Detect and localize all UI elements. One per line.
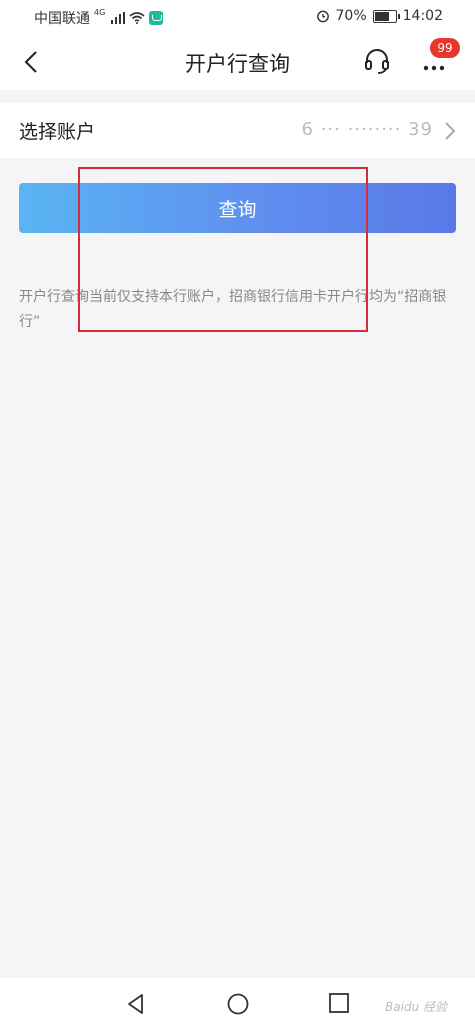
nav-back-icon[interactable] xyxy=(124,992,148,1016)
chevron-right-icon xyxy=(445,122,456,140)
battery-percent: 70% xyxy=(335,8,367,24)
carrier-name: 中国联通 xyxy=(34,11,90,27)
alarm-icon xyxy=(316,10,329,23)
watermark: Baidu 经验 xyxy=(385,1000,447,1014)
annotation-highlight-box xyxy=(78,167,368,332)
clock-time: 14:02 xyxy=(402,8,443,24)
status-left: 中国联通 4G xyxy=(34,7,164,28)
account-selector[interactable]: 选择账户 6 ··· ········ 39 xyxy=(0,103,475,158)
nav-home-icon[interactable] xyxy=(226,992,250,1016)
signal-icon xyxy=(111,12,126,24)
network-type: 4G xyxy=(94,7,106,17)
battery-icon xyxy=(372,9,400,23)
status-right: 70% 14:02 xyxy=(316,8,443,24)
headset-icon[interactable] xyxy=(362,46,392,76)
section-gap xyxy=(0,90,475,103)
nav-recent-icon[interactable] xyxy=(328,992,350,1014)
system-nav-bar: Baidu 经验 xyxy=(0,978,475,1029)
page-title: 开户行查询 xyxy=(185,52,290,76)
account-number: 6 ··· ········ 39 xyxy=(301,119,433,140)
wifi-icon xyxy=(129,12,145,24)
notification-badge: 99 xyxy=(430,38,460,58)
page-header: 开户行查询 99 xyxy=(0,34,475,90)
app-notification-icon xyxy=(149,11,164,25)
account-label: 选择账户 xyxy=(19,121,96,143)
status-bar: 中国联通 4G 70% 14:02 xyxy=(0,0,475,34)
